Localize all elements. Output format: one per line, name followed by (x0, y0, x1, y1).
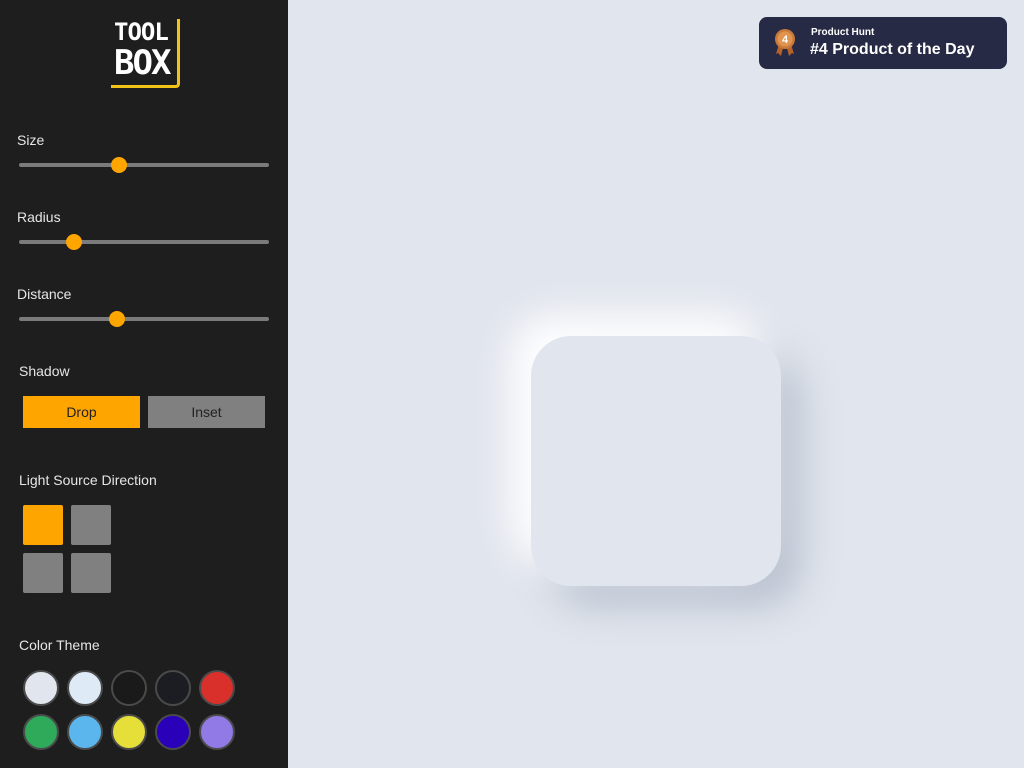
size-slider-track[interactable] (19, 163, 269, 167)
sidebar: TOOL BOX Size Radius Distance Shadow Dro… (0, 0, 288, 768)
logo-line-1: TOOL (114, 18, 169, 46)
color-swatch[interactable] (67, 714, 103, 750)
color-swatch[interactable] (111, 714, 147, 750)
distance-slider-thumb[interactable] (108, 311, 125, 327)
size-slider-thumb[interactable] (111, 157, 127, 173)
size-label: Size (17, 132, 45, 148)
product-hunt-rank: #4 Product of the Day (810, 41, 975, 58)
product-hunt-label: Product Hunt (811, 27, 875, 38)
distance-slider-track[interactable] (19, 317, 269, 321)
radius-slider[interactable] (19, 232, 269, 252)
medal-number: 4 (782, 34, 789, 46)
light-direction-bottom-left[interactable] (23, 553, 63, 593)
shadow-drop-button[interactable]: Drop (23, 396, 140, 428)
light-direction-top-left[interactable] (23, 505, 63, 545)
medal-icon: 4 (775, 29, 795, 56)
toolbox-logo[interactable]: TOOL BOX (111, 19, 180, 88)
light-direction-bottom-right[interactable] (71, 553, 111, 593)
color-swatch[interactable] (67, 670, 103, 706)
shadow-label: Shadow (19, 363, 70, 379)
distance-label: Distance (17, 286, 72, 302)
color-swatch[interactable] (23, 714, 59, 750)
light-direction-top-right[interactable] (71, 505, 111, 545)
preview-box (531, 336, 781, 586)
color-swatch[interactable] (155, 670, 191, 706)
light-source-label: Light Source Direction (19, 472, 157, 488)
color-swatch[interactable] (155, 714, 191, 750)
product-hunt-badge[interactable]: 4 Product Hunt #4 Product of the Day (759, 17, 1007, 69)
radius-slider-thumb[interactable] (66, 234, 82, 250)
color-theme-label: Color Theme (19, 637, 100, 653)
size-slider[interactable] (19, 155, 269, 175)
radius-slider-track[interactable] (19, 240, 269, 244)
logo-line-2: BOX (114, 43, 171, 83)
color-swatch[interactable] (199, 670, 235, 706)
distance-slider[interactable] (19, 309, 269, 329)
shadow-inset-button[interactable]: Inset (148, 396, 265, 428)
color-swatch[interactable] (111, 670, 147, 706)
color-swatch[interactable] (199, 714, 235, 750)
radius-label: Radius (17, 209, 61, 225)
color-swatch[interactable] (23, 670, 59, 706)
